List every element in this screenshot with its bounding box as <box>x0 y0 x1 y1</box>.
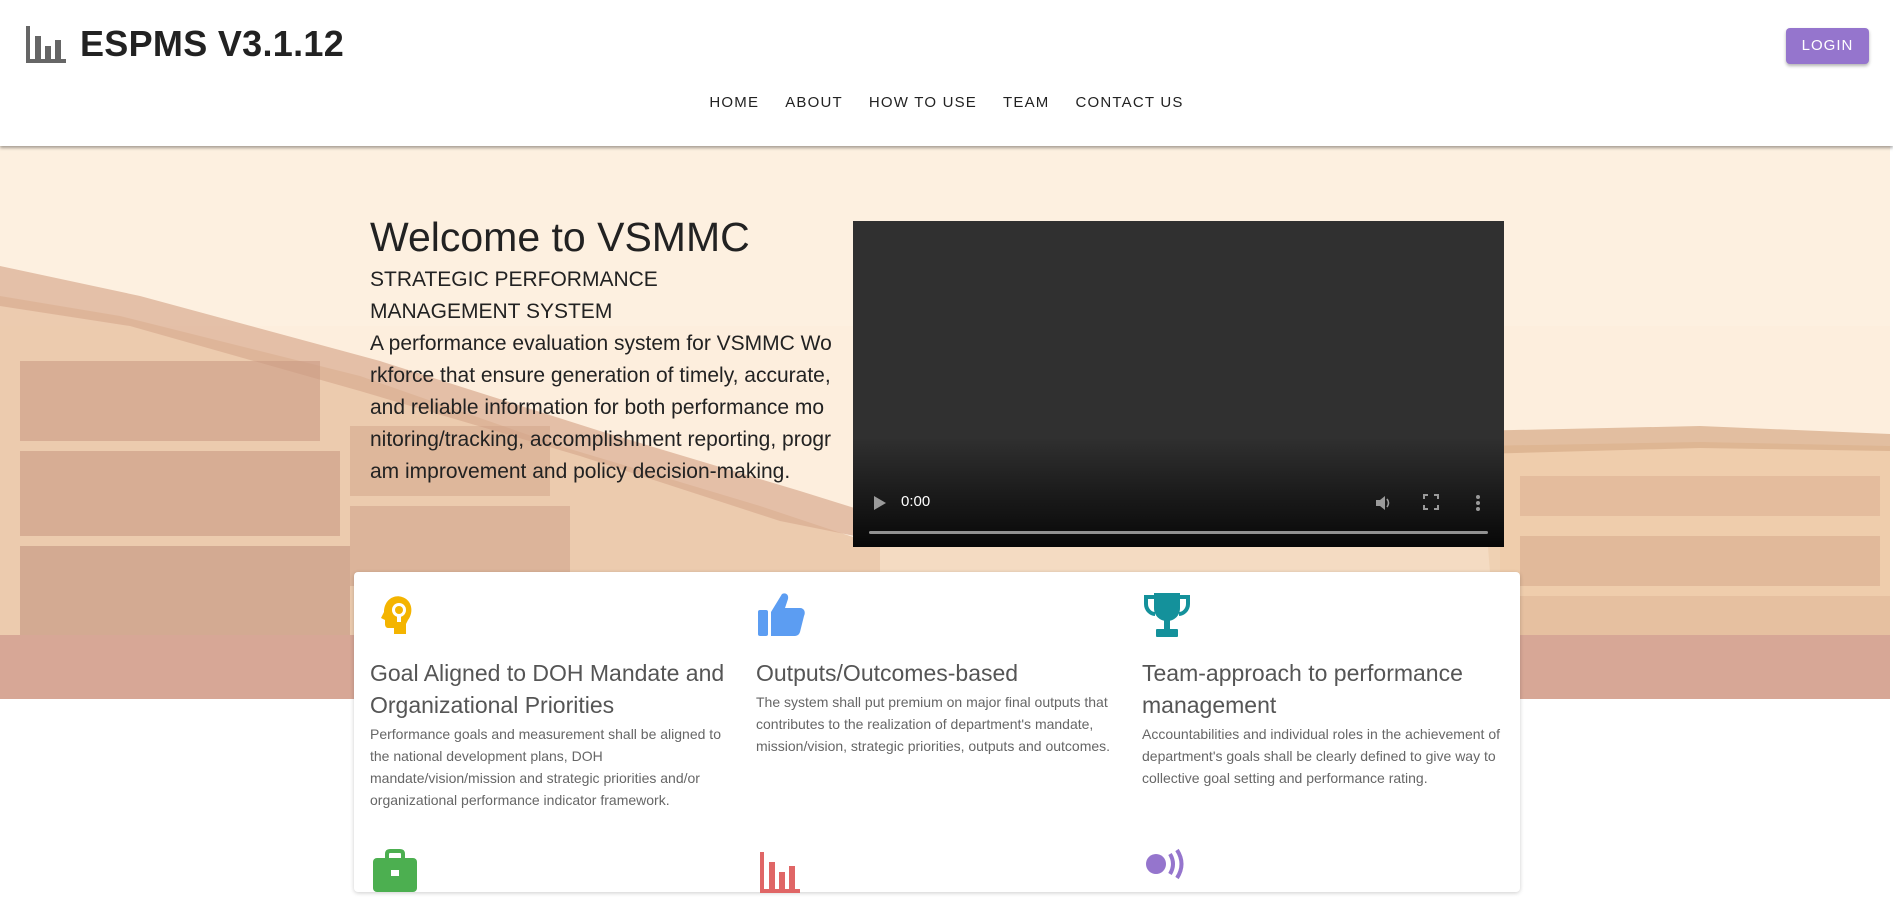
feature-text: The system shall put premium on major fi… <box>756 694 1111 754</box>
hero-heading: Welcome to VSMMC <box>370 214 750 260</box>
nav-contact-us[interactable]: CONTACT US <box>1062 90 1196 115</box>
feature-title: Outputs/Outcomes-based <box>756 660 1019 686</box>
bar-chart-icon <box>760 852 800 893</box>
feature-row2-3 <box>1142 848 1512 903</box>
feature-text: Accountabilities and individual roles in… <box>1142 726 1500 786</box>
more-options-icon[interactable] <box>1475 494 1481 512</box>
briefcase-icon <box>373 849 417 892</box>
feature-goal-aligned: Goal Aligned to DOH Mandate and Organiza… <box>370 590 740 811</box>
feature-row2-2 <box>756 848 1126 903</box>
welcome-block: Welcome to VSMMC STRATEGIC PERFORMANCE M… <box>370 212 840 488</box>
intro-video-player[interactable]: 0:00 <box>853 221 1504 547</box>
app-title: ESPMS V3.1.12 <box>80 23 345 64</box>
video-progress-bar[interactable] <box>869 531 1488 534</box>
feature-outputs-based: Outputs/Outcomes-based The system shall … <box>756 590 1126 757</box>
feature-title: Goal Aligned to DOH Mandate and Organiza… <box>370 660 725 718</box>
volume-icon[interactable] <box>1375 494 1393 512</box>
hero-description: A performance evaluation system for VSMM… <box>370 332 832 483</box>
fullscreen-icon[interactable] <box>1423 494 1439 510</box>
feature-title: Team-approach to performance management <box>1142 660 1463 718</box>
main-nav: HOME ABOUT HOW TO USE TEAM CONTACT US <box>0 90 1893 115</box>
bar-chart-icon <box>26 26 66 63</box>
hero-subtitle: STRATEGIC PERFORMANCE MANAGEMENT SYSTEM <box>370 268 658 323</box>
login-button[interactable]: LOGIN <box>1786 28 1869 64</box>
play-icon[interactable] <box>873 495 887 511</box>
trophy-icon <box>1144 593 1190 637</box>
lightbulb-head-icon <box>381 596 412 634</box>
top-app-bar: ESPMS V3.1.12 HOME ABOUT HOW TO USE TEAM… <box>0 0 1893 146</box>
feature-text: Performance goals and measurement shall … <box>370 726 721 808</box>
feature-team-approach: Team-approach to performance management … <box>1142 590 1512 789</box>
nav-team[interactable]: TEAM <box>990 90 1062 115</box>
nav-how-to-use[interactable]: HOW TO USE <box>856 90 990 115</box>
features-card: Goal Aligned to DOH Mandate and Organiza… <box>354 572 1520 893</box>
broadcast-icon <box>1146 848 1184 880</box>
nav-home[interactable]: HOME <box>696 90 772 115</box>
brand[interactable]: ESPMS V3.1.12 <box>24 22 344 66</box>
feature-row2-1 <box>370 848 740 903</box>
video-controls: 0:00 <box>853 477 1504 547</box>
video-time: 0:00 <box>901 493 931 510</box>
thumbs-up-icon <box>758 593 805 636</box>
nav-about[interactable]: ABOUT <box>772 90 856 115</box>
